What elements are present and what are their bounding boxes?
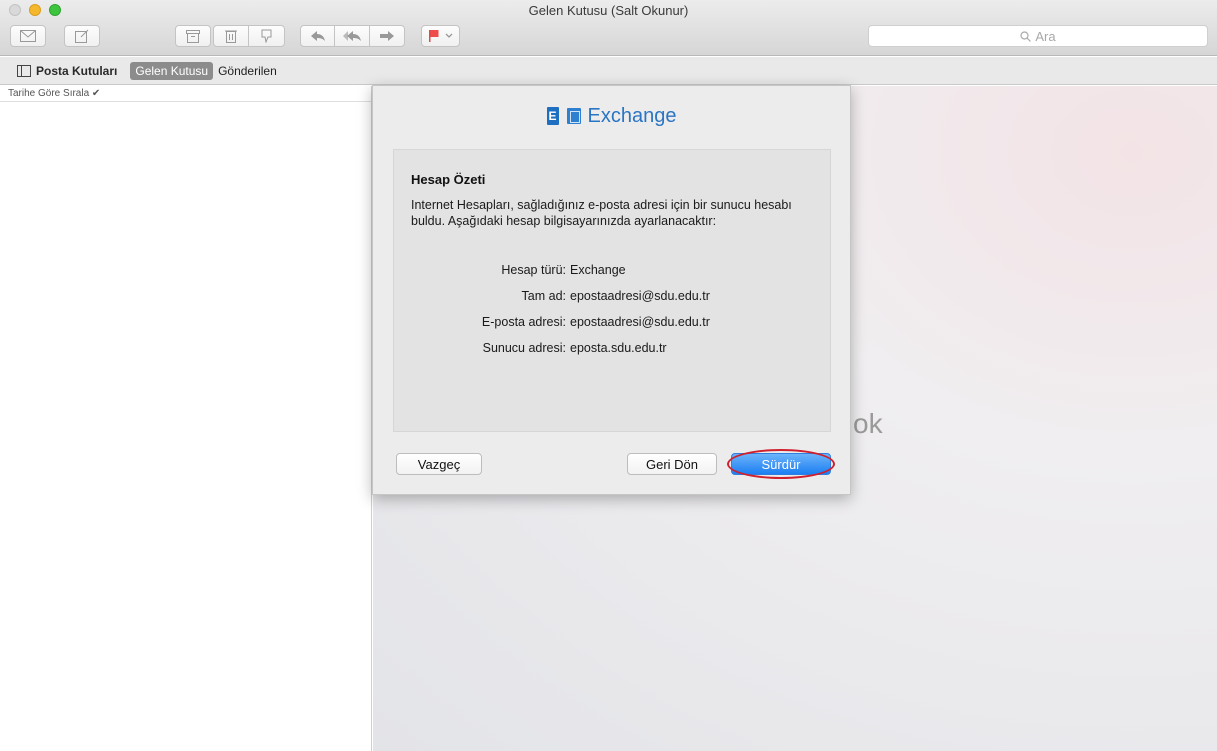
flag-button[interactable] — [421, 25, 460, 47]
favorites-bar: Posta Kutuları Gelen Kutusu Gönderilen — [0, 57, 1217, 85]
reply-button[interactable] — [300, 25, 335, 47]
account-summary-dialog: E Exchange Hesap Özeti Internet Hesaplar… — [372, 85, 851, 495]
compose-button[interactable] — [64, 25, 100, 47]
delete-button[interactable] — [213, 25, 249, 47]
mailboxes-label: Posta Kutuları — [36, 63, 118, 78]
summary-panel: Hesap Özeti Internet Hesapları, sağladığ… — [393, 149, 831, 432]
mailboxes-toggle[interactable]: Posta Kutuları — [17, 62, 122, 80]
field-value: epostaadresi@sdu.edu.tr — [570, 315, 710, 329]
favorite-inbox[interactable]: Gelen Kutusu — [130, 61, 214, 80]
compose-icon — [75, 29, 89, 43]
field-value: epostaadresi@sdu.edu.tr — [570, 289, 710, 303]
sort-menu[interactable]: Tarihe Göre Sırala ✔ — [0, 86, 371, 102]
window-title: Gelen Kutusu (Salt Okunur) — [528, 3, 689, 18]
reply-icon — [310, 31, 325, 41]
forward-button[interactable] — [370, 25, 405, 47]
sidebar-icon — [17, 64, 31, 77]
brand-name: Exchange — [587, 104, 677, 127]
thumbs-down-icon — [261, 29, 271, 43]
dialog-header: E Exchange — [373, 98, 850, 134]
exchange-grid-icon — [566, 108, 581, 124]
favorite-sent[interactable]: Gönderilen — [213, 62, 282, 80]
archive-button[interactable] — [175, 25, 211, 47]
reply-all-button[interactable] — [335, 25, 370, 47]
get-mail-button[interactable] — [10, 25, 46, 47]
search-input[interactable]: Ara — [868, 25, 1208, 47]
reply-all-icon — [343, 31, 361, 41]
trash-icon — [225, 30, 237, 43]
envelope-icon — [20, 30, 36, 42]
flag-icon — [428, 30, 438, 42]
junk-button[interactable] — [249, 25, 285, 47]
no-message-text: ok — [853, 408, 883, 439]
field-value: Exchange — [570, 263, 626, 277]
dialog-description: Internet Hesapları, sağladığınız e-posta… — [411, 198, 792, 228]
field-label: E-posta adresi: — [481, 315, 566, 329]
search-icon — [1020, 30, 1032, 42]
back-button[interactable]: Geri Dön — [627, 453, 717, 475]
forward-icon — [380, 31, 394, 41]
title-bar: Gelen Kutusu (Salt Okunur) Ara — [0, 0, 1217, 56]
field-label: Hesap türü: — [501, 263, 566, 277]
highlight-annotation — [727, 449, 835, 479]
chevron-down-icon — [445, 33, 452, 38]
cancel-button[interactable]: Vazgeç — [396, 453, 482, 475]
exchange-logo-icon: E — [546, 107, 559, 125]
field-value: eposta.sdu.edu.tr — [570, 341, 667, 355]
search-placeholder: Ara — [1035, 28, 1056, 44]
message-list[interactable]: Tarihe Göre Sırala ✔ — [0, 86, 372, 751]
dialog-title: Hesap Özeti — [411, 172, 486, 187]
field-label: Tam ad: — [521, 289, 566, 303]
archive-icon — [186, 29, 200, 43]
field-label: Sunucu adresi: — [482, 341, 566, 355]
